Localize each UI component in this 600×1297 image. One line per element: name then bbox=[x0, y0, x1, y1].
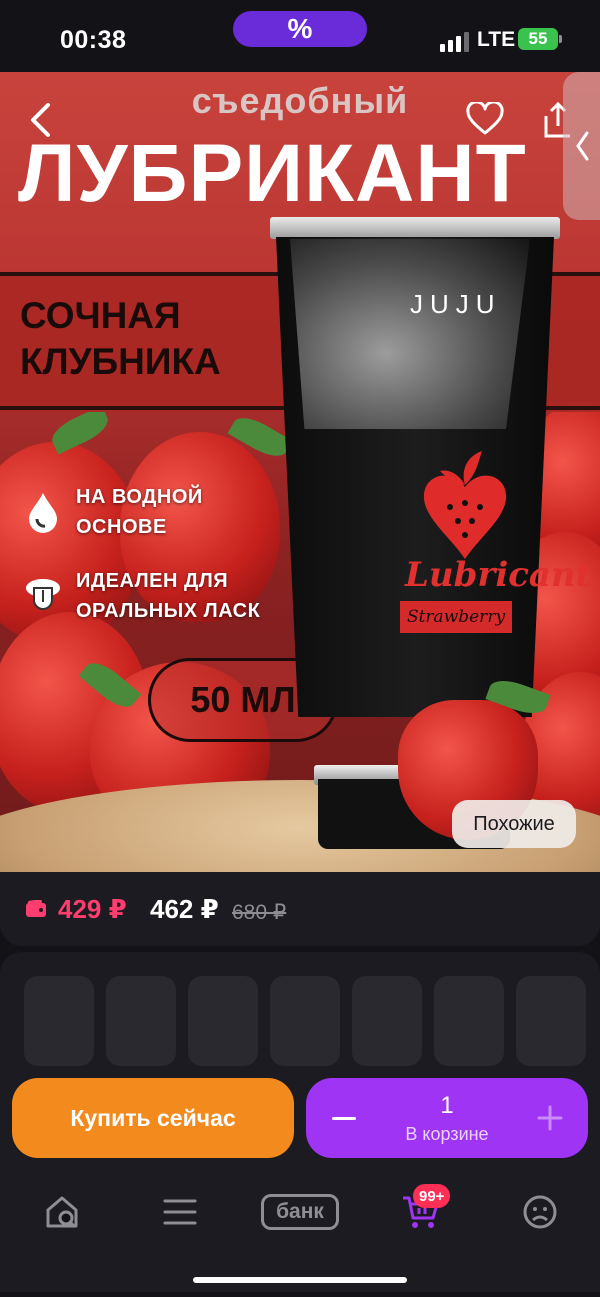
tab-catalog[interactable] bbox=[150, 1182, 210, 1242]
tab-bank[interactable]: банк bbox=[260, 1182, 340, 1242]
old-price: 680 ₽ bbox=[232, 901, 287, 924]
placeholder-tile bbox=[24, 976, 94, 1066]
taste-line-2: КЛУБНИКА bbox=[20, 341, 221, 382]
loading-tiles bbox=[24, 976, 586, 1066]
menu-icon bbox=[163, 1199, 197, 1225]
tab-profile[interactable] bbox=[510, 1182, 570, 1242]
headline-small: съедобный bbox=[191, 80, 409, 121]
feature-water-based: НА ВОДНОЙ ОСНОВЕ bbox=[24, 482, 203, 542]
cart-quantity-stepper: 1 В корзине bbox=[306, 1078, 588, 1158]
tube-flavor-bar: Strawberry bbox=[400, 601, 512, 633]
home-search-icon bbox=[46, 1196, 78, 1229]
placeholder-tile bbox=[352, 976, 422, 1066]
increase-quantity-button[interactable] bbox=[528, 1096, 572, 1140]
feature-2-line-2: ОРАЛЬНЫХ ЛАСК bbox=[76, 600, 261, 622]
favorite-button[interactable] bbox=[462, 96, 508, 142]
buy-now-button[interactable]: Купить сейчас bbox=[12, 1078, 294, 1158]
card-price: 429 ₽ bbox=[58, 894, 127, 924]
status-bar: 00:38 % LTE 55 bbox=[0, 0, 600, 72]
promo-pill[interactable]: % bbox=[233, 11, 367, 47]
price-section: 429 ₽ 462 ₽ 680 ₽ bbox=[0, 872, 600, 946]
feature-1-line-1: НА ВОДНОЙ bbox=[76, 486, 203, 508]
feature-oral: ИДЕАЛЕН ДЛЯ ОРАЛЬНЫХ ЛАСК bbox=[24, 566, 260, 626]
water-drop-icon bbox=[24, 491, 62, 533]
current-price: 462 ₽ bbox=[150, 894, 219, 924]
strawberry-heart-icon bbox=[420, 447, 510, 572]
tube-product-name: Lubricant bbox=[405, 555, 592, 595]
tube-crimp bbox=[270, 217, 560, 239]
tab-bar: банк bbox=[0, 1170, 600, 1250]
battery-icon: 55 bbox=[518, 28, 562, 50]
tube-face-photo bbox=[290, 239, 530, 429]
placeholder-tile bbox=[434, 976, 504, 1066]
profile-icon bbox=[523, 1195, 557, 1229]
battery-level: 55 bbox=[528, 29, 548, 48]
placeholder-tile bbox=[106, 976, 176, 1066]
tube-flavor: Strawberry bbox=[406, 607, 506, 627]
similar-button[interactable]: Похожие bbox=[452, 800, 576, 848]
percent-icon: % bbox=[287, 13, 313, 44]
product-image[interactable]: съедобный ЛУБРИКАНТ СОЧНАЯ КЛУБНИКА НА В… bbox=[0, 72, 600, 872]
feature-2-line-1: ИДЕАЛЕН ДЛЯ bbox=[76, 570, 229, 592]
cart-badge: 99+ bbox=[413, 1184, 451, 1208]
heart-icon bbox=[466, 102, 504, 135]
back-button[interactable] bbox=[18, 94, 62, 146]
status-time: 00:38 bbox=[60, 26, 127, 54]
placeholder-tile bbox=[516, 976, 586, 1066]
side-panel-tab[interactable] bbox=[563, 72, 600, 220]
tab-home-search[interactable] bbox=[32, 1182, 92, 1242]
plus-icon bbox=[537, 1105, 563, 1131]
home-indicator bbox=[193, 1277, 407, 1283]
feature-1-line-2: ОСНОВЕ bbox=[76, 516, 167, 538]
tongue-icon bbox=[24, 575, 62, 617]
chevron-left-icon bbox=[575, 131, 588, 161]
signal-icon bbox=[440, 32, 469, 52]
wallet-icon bbox=[25, 899, 47, 923]
network-type: LTE bbox=[477, 28, 516, 51]
placeholder-tile bbox=[270, 976, 340, 1066]
headline-big: ЛУБРИКАНТ bbox=[18, 128, 527, 219]
bank-label: банк bbox=[261, 1194, 339, 1230]
placeholder-tile bbox=[188, 976, 258, 1066]
taste-line-1: СОЧНАЯ bbox=[20, 295, 181, 336]
chevron-left-icon bbox=[31, 103, 50, 137]
tube-brand: JUJU bbox=[410, 289, 502, 319]
